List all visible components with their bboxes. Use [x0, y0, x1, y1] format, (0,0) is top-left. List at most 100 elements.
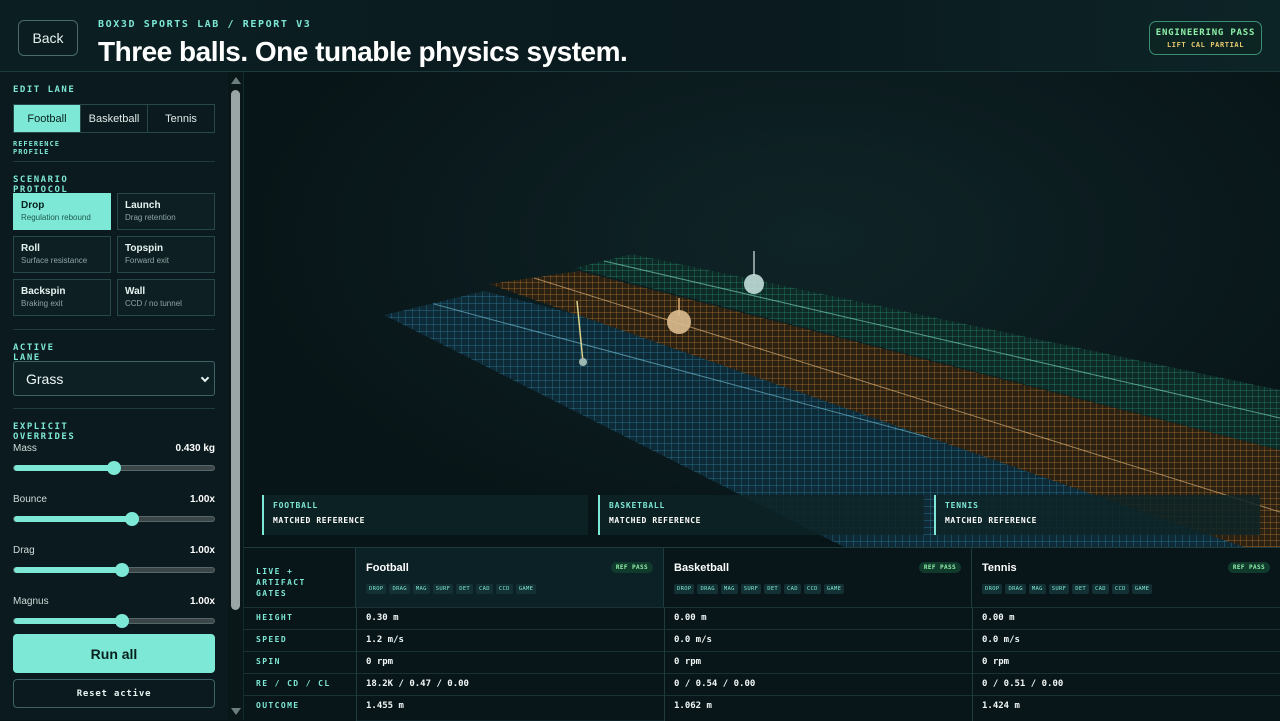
slider-thumb[interactable] — [125, 512, 139, 526]
slider-thumb[interactable] — [115, 614, 129, 628]
gate-chip: DROP — [674, 584, 695, 594]
scenario-launch[interactable]: Launch Drag retention — [117, 193, 215, 230]
gate-chip: DRAG — [697, 584, 718, 594]
table-row: RE / CD / CL 18.2K / 0.47 / 0.00 0 / 0.54 … — [244, 673, 1280, 695]
gate-chip: SURF — [740, 584, 762, 594]
row-label: RE / CD / CL — [256, 679, 331, 688]
table-cell: 1.062 m — [674, 701, 712, 711]
magnus-slider[interactable] — [13, 614, 215, 628]
scroll-down-arrow-icon[interactable] — [231, 708, 241, 715]
surface-select[interactable]: Grass — [13, 361, 215, 396]
gate-chip: DET — [1072, 584, 1090, 594]
lane-segmented-control: Football Basketball Tennis — [13, 104, 215, 133]
lane-status-basketball: BASKETBALL MATCHED REFERENCE — [598, 495, 924, 535]
lane-tab-tennis[interactable]: Tennis — [148, 105, 214, 132]
gate-chip: CCD — [803, 584, 821, 594]
lane-tab-basketball[interactable]: Basketball — [81, 105, 148, 132]
sidebar-scrollbar[interactable] — [228, 72, 244, 720]
gate-chips: DROP DRAG MAG SURF DET CAD CCD GAME — [674, 584, 845, 594]
gate-chip: SURF — [432, 584, 454, 594]
explicit-overrides-label: EXPLICIT OVERRIDES — [13, 422, 76, 442]
gate-chip: CAD — [784, 584, 801, 594]
lane-status-value: MATCHED REFERENCE — [609, 516, 702, 525]
scenario-roll[interactable]: Roll Surface resistance — [13, 236, 111, 273]
scenario-subtitle: Braking exit — [21, 299, 63, 308]
magnus-label: Magnus — [13, 596, 49, 607]
table-cell: 0 rpm — [366, 657, 394, 667]
gate-chip: GAME — [515, 584, 537, 594]
reset-active-button[interactable]: Reset active — [13, 679, 215, 708]
slider-thumb[interactable] — [107, 461, 121, 475]
ref-pass-badge: REF PASS — [610, 562, 653, 573]
lane-tab-football[interactable]: Football — [14, 105, 81, 132]
chevron-down-icon — [200, 373, 210, 383]
scenario-subtitle: Forward exit — [125, 256, 170, 265]
mass-value: 0.430 kg — [175, 443, 215, 454]
divider — [13, 329, 215, 330]
edit-lane-label: EDIT LANE — [13, 85, 76, 95]
gate-chip: SURF — [1048, 584, 1070, 594]
gate-chip: CCD — [495, 584, 513, 594]
scenario-backspin[interactable]: Backspin Braking exit — [13, 279, 111, 316]
drag-slider[interactable] — [13, 563, 215, 577]
scenario-title: Wall — [125, 286, 146, 297]
bounce-value: 1.00x — [189, 494, 215, 505]
status-badge-title: ENGINEERING PASS — [1155, 28, 1256, 38]
run-all-button[interactable]: Run all — [13, 634, 215, 673]
table-cell: 0.00 m — [674, 613, 707, 623]
lane-status-value: MATCHED REFERENCE — [945, 516, 1038, 525]
scenario-title: Roll — [21, 243, 40, 254]
gate-chip: DRAG — [389, 584, 410, 594]
scenario-drop[interactable]: Drop Regulation rebound — [13, 193, 111, 230]
divider — [13, 161, 215, 162]
lane-status-name: BASKETBALL — [609, 501, 666, 510]
gates-table: LIVE + ARTIFACT GATES Football REF PASS … — [244, 547, 1280, 721]
basketball-highlight — [667, 310, 691, 334]
gate-chip: MAG — [1028, 584, 1046, 594]
back-button[interactable]: Back — [18, 20, 78, 56]
row-label: OUTCOME — [256, 701, 300, 710]
3d-viewport[interactable]: FOOTBALL MATCHED REFERENCE BASKETBALL MA… — [244, 72, 1280, 547]
lane-status-name: FOOTBALL — [273, 501, 318, 510]
table-cell: 0.0 m/s — [982, 635, 1020, 645]
scenario-title: Drop — [21, 200, 45, 211]
lane-status-value: MATCHED REFERENCE — [273, 516, 366, 525]
table-cell: 18.2K / 0.47 / 0.00 — [366, 679, 469, 689]
scroll-up-arrow-icon[interactable] — [231, 77, 241, 84]
scenario-topspin[interactable]: Topspin Forward exit — [117, 236, 215, 273]
bounce-slider[interactable] — [13, 512, 215, 526]
ref-pass-badge: REF PASS — [918, 562, 961, 573]
lane-scene — [384, 251, 1280, 547]
scenario-wall[interactable]: Wall CCD / no tunnel — [117, 279, 215, 316]
gate-chip: DROP — [982, 584, 1003, 594]
table-row: SPIN 0 rpm 0 rpm 0 rpm — [244, 651, 1280, 673]
table-cell: 0 rpm — [982, 657, 1010, 667]
table-cell: 1.2 m/s — [366, 635, 404, 645]
bounce-label: Bounce — [13, 494, 47, 505]
column-divider — [356, 607, 357, 721]
gate-chip: CAD — [476, 584, 493, 594]
table-row: OUTCOME 1.455 m 1.062 m 1.424 m — [244, 695, 1280, 717]
scenario-subtitle: Regulation rebound — [21, 213, 91, 222]
gate-chip: DET — [456, 584, 474, 594]
gate-chip: DRAG — [1005, 584, 1026, 594]
column-name: Tennis — [982, 562, 1017, 574]
mass-label: Mass — [13, 443, 37, 454]
table-cell: 0 / 0.51 / 0.00 — [982, 679, 1064, 689]
reference-profile-label: REFERENCE PROFILE — [13, 140, 60, 156]
row-label: HEIGHT — [256, 613, 294, 622]
lane-status-football: FOOTBALL MATCHED REFERENCE — [262, 495, 588, 535]
table-row: HEIGHT 0.30 m 0.00 m 0.00 m — [244, 607, 1280, 629]
table-cell: 0.30 m — [366, 613, 399, 623]
slider-thumb[interactable] — [115, 563, 129, 577]
surface-select-value: Grass — [26, 371, 64, 387]
scrollbar-thumb[interactable] — [231, 90, 240, 610]
slider-fill — [14, 465, 114, 471]
breadcrumb: BOX3D SPORTS LAB / REPORT V3 — [98, 19, 312, 30]
column-header-tennis: Tennis REF PASS DROP DRAG MAG SURF DET CAD CCD… — [972, 548, 1280, 607]
scenario-subtitle: Surface resistance — [21, 256, 88, 265]
mass-slider[interactable] — [13, 461, 215, 475]
slider-fill — [14, 618, 122, 624]
scenario-subtitle: CCD / no tunnel — [125, 299, 182, 308]
table-cell: 0.0 m/s — [674, 635, 712, 645]
